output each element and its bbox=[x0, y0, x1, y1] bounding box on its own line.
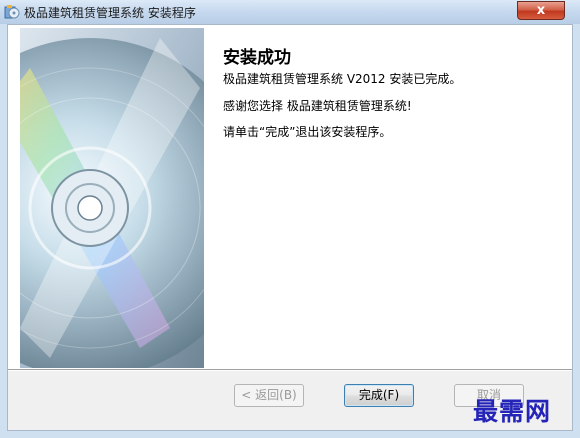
content-panel: 安装成功 极品建筑租赁管理系统 V2012 安装已完成。 感谢您选择 极品建筑租… bbox=[8, 25, 572, 369]
watermark-logo: 最需网 bbox=[473, 397, 552, 426]
thanks-message: 感谢您选择 极品建筑租赁管理系统! bbox=[223, 99, 412, 113]
installer-app-icon bbox=[4, 5, 20, 19]
instruction-message: 请单击“完成”退出该安装程序。 bbox=[223, 125, 392, 139]
title-bar[interactable]: 极品建筑租赁管理系统 安装程序 x bbox=[0, 0, 580, 24]
finish-button[interactable]: 完成(F) bbox=[344, 384, 414, 407]
completion-message: 极品建筑租赁管理系统 V2012 安装已完成。 bbox=[223, 72, 462, 86]
window-title: 极品建筑租赁管理系统 安装程序 bbox=[24, 6, 196, 20]
close-button[interactable]: x bbox=[517, 1, 565, 20]
success-heading: 安装成功 bbox=[223, 48, 291, 68]
wizard-body: 安装成功 极品建筑租赁管理系统 V2012 安装已完成。 感谢您选择 极品建筑租… bbox=[7, 24, 573, 431]
cd-disc-image bbox=[20, 28, 204, 368]
installer-window: 极品建筑租赁管理系统 安装程序 x 安装成功 极品建筑租赁管理系统 V2012 … bbox=[0, 0, 580, 438]
back-button[interactable]: < 返回(B) bbox=[234, 384, 304, 407]
divider-highlight bbox=[8, 370, 572, 371]
